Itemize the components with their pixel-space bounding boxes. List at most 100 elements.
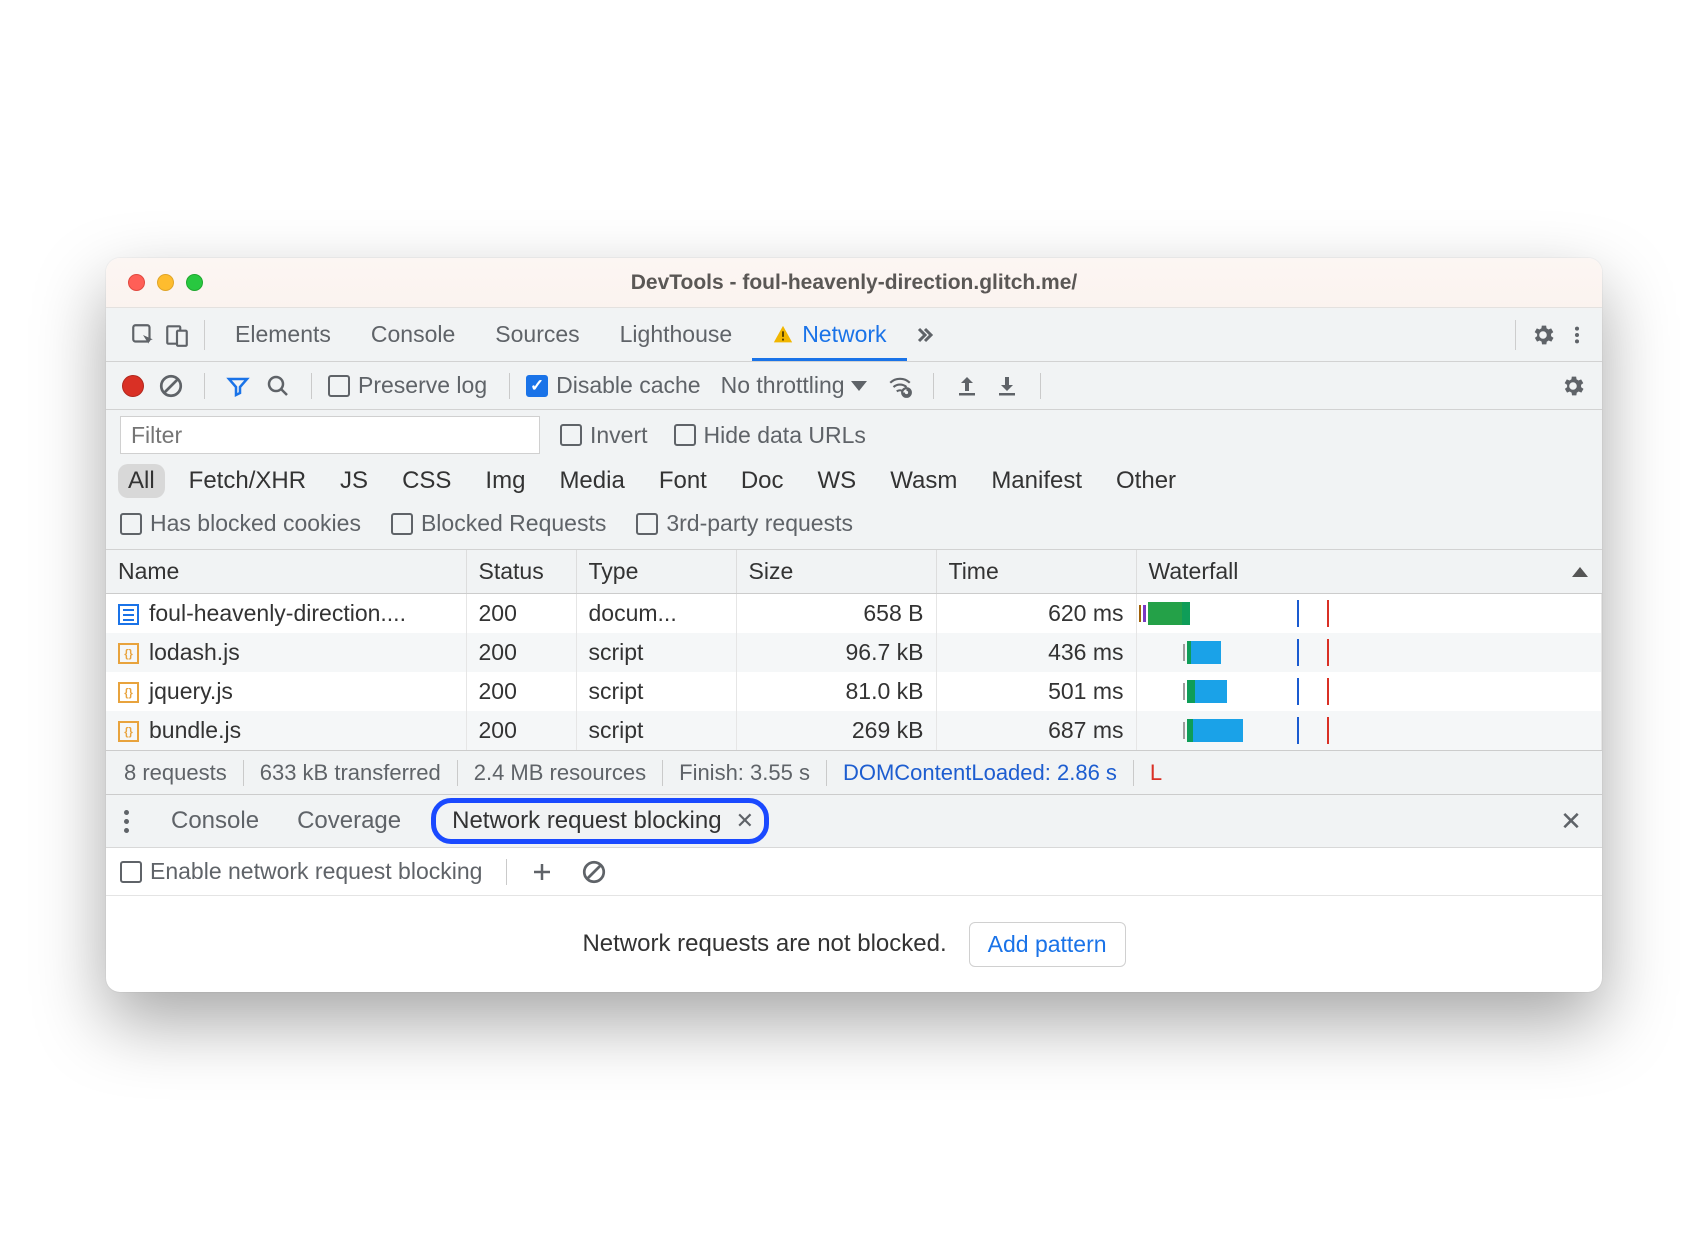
- chip-doc[interactable]: Doc: [731, 464, 794, 498]
- resource-type-chips: All Fetch/XHR JS CSS Img Media Font Doc …: [106, 460, 1602, 506]
- filter-icon[interactable]: [221, 369, 255, 403]
- preserve-log-checkbox[interactable]: Preserve log: [328, 372, 487, 399]
- request-name: foul-heavenly-direction....: [149, 600, 406, 626]
- clear-icon[interactable]: [154, 369, 188, 403]
- search-icon[interactable]: [261, 369, 295, 403]
- blocked-requests-checkbox[interactable]: Blocked Requests: [391, 510, 606, 537]
- tab-network[interactable]: Network: [752, 308, 906, 361]
- chip-manifest[interactable]: Manifest: [981, 464, 1092, 498]
- cell-type: script: [576, 633, 736, 672]
- minimize-window-button[interactable]: [157, 274, 174, 291]
- drawer-tab-network-request-blocking[interactable]: Network request blocking ✕: [431, 798, 769, 844]
- col-size[interactable]: Size: [736, 550, 936, 594]
- tab-lighthouse[interactable]: Lighthouse: [600, 308, 753, 361]
- cell-time: 620 ms: [936, 594, 1136, 634]
- warning-icon: [772, 324, 794, 346]
- summary-load: L: [1150, 760, 1162, 786]
- has-blocked-cookies-checkbox[interactable]: Has blocked cookies: [120, 510, 361, 537]
- table-row[interactable]: jquery.js200script81.0 kB501 ms: [106, 672, 1602, 711]
- enable-blocking-checkbox[interactable]: Enable network request blocking: [120, 858, 482, 885]
- drawer-tab-bar: Console Coverage Network request blockin…: [106, 794, 1602, 848]
- tab-console[interactable]: Console: [351, 308, 475, 361]
- drawer-menu-icon[interactable]: [112, 810, 141, 833]
- download-har-icon[interactable]: [990, 369, 1024, 403]
- waterfall-cell: [1136, 711, 1602, 750]
- settings-icon[interactable]: [1526, 318, 1560, 352]
- summary-requests: 8 requests: [108, 760, 227, 786]
- tab-elements[interactable]: Elements: [215, 308, 351, 361]
- chip-img[interactable]: Img: [475, 464, 535, 498]
- drawer-tab-console[interactable]: Console: [163, 803, 267, 839]
- chip-ws[interactable]: WS: [808, 464, 867, 498]
- cell-type: script: [576, 672, 736, 711]
- device-toggle-icon[interactable]: [160, 318, 194, 352]
- panel-settings-icon[interactable]: [1556, 369, 1590, 403]
- table-row[interactable]: lodash.js200script96.7 kB436 ms: [106, 633, 1602, 672]
- filter-input[interactable]: [120, 416, 540, 454]
- network-conditions-icon[interactable]: [883, 369, 917, 403]
- chip-fetch-xhr[interactable]: Fetch/XHR: [179, 464, 316, 498]
- cell-time: 687 ms: [936, 711, 1136, 750]
- blocking-message: Network requests are not blocked.: [582, 930, 946, 958]
- close-drawer-icon[interactable]: ✕: [1554, 804, 1588, 838]
- hide-data-urls-checkbox[interactable]: Hide data URLs: [674, 422, 866, 449]
- inspect-icon[interactable]: [126, 318, 160, 352]
- blocking-empty-state: Network requests are not blocked. Add pa…: [106, 896, 1602, 992]
- chip-font[interactable]: Font: [649, 464, 717, 498]
- blocking-toolbar: Enable network request blocking: [106, 848, 1602, 896]
- summary-resources: 2.4 MB resources: [474, 760, 646, 786]
- zoom-window-button[interactable]: [186, 274, 203, 291]
- chip-other[interactable]: Other: [1106, 464, 1186, 498]
- col-status[interactable]: Status: [466, 550, 576, 594]
- invert-checkbox[interactable]: Invert: [560, 422, 648, 449]
- third-party-requests-checkbox[interactable]: 3rd-party requests: [636, 510, 853, 537]
- cell-size: 269 kB: [736, 711, 936, 750]
- record-button[interactable]: [118, 371, 148, 401]
- cell-status: 200: [466, 672, 576, 711]
- waterfall-cell: [1136, 633, 1602, 672]
- kebab-menu-icon[interactable]: [1560, 318, 1594, 352]
- col-time[interactable]: Time: [936, 550, 1136, 594]
- remove-all-patterns-icon[interactable]: [577, 855, 611, 889]
- cell-type: docum...: [576, 594, 736, 634]
- throttling-select[interactable]: No throttling: [721, 372, 867, 399]
- table-row[interactable]: bundle.js200script269 kB687 ms: [106, 711, 1602, 750]
- col-type[interactable]: Type: [576, 550, 736, 594]
- summary-dcl: DOMContentLoaded: 2.86 s: [843, 760, 1117, 786]
- drawer-tab-coverage[interactable]: Coverage: [289, 803, 409, 839]
- table-row[interactable]: foul-heavenly-direction.... 200docum...65…: [106, 594, 1602, 634]
- filter-row: Invert Hide data URLs: [106, 410, 1602, 460]
- more-tabs-icon[interactable]: [907, 318, 941, 352]
- disable-cache-checkbox[interactable]: Disable cache: [526, 372, 700, 399]
- col-waterfall[interactable]: Waterfall: [1136, 550, 1602, 594]
- network-table: Name Status Type Size Time Waterfall fou…: [106, 550, 1602, 750]
- document-file-icon: [118, 604, 139, 625]
- more-filters-row: Has blocked cookies Blocked Requests 3rd…: [106, 506, 1602, 550]
- chip-js[interactable]: JS: [330, 464, 378, 498]
- col-name[interactable]: Name: [106, 550, 466, 594]
- waterfall-cell: [1136, 594, 1602, 634]
- main-tab-bar: Elements Console Sources Lighthouse Netw…: [106, 308, 1602, 362]
- chip-css[interactable]: CSS: [392, 464, 461, 498]
- cell-time: 501 ms: [936, 672, 1136, 711]
- add-pattern-icon[interactable]: [525, 855, 559, 889]
- chip-wasm[interactable]: Wasm: [880, 464, 967, 498]
- chip-media[interactable]: Media: [549, 464, 634, 498]
- cell-type: script: [576, 711, 736, 750]
- script-file-icon: [118, 682, 139, 703]
- add-pattern-button[interactable]: Add pattern: [969, 922, 1126, 967]
- network-summary-bar: 8 requests 633 kB transferred 2.4 MB res…: [106, 750, 1602, 794]
- summary-transferred: 633 kB transferred: [260, 760, 441, 786]
- request-name: lodash.js: [149, 639, 240, 665]
- window-titlebar: DevTools - foul-heavenly-direction.glitc…: [106, 258, 1602, 308]
- close-window-button[interactable]: [128, 274, 145, 291]
- script-file-icon: [118, 643, 139, 664]
- cell-size: 96.7 kB: [736, 633, 936, 672]
- cell-size: 658 B: [736, 594, 936, 634]
- tab-sources[interactable]: Sources: [475, 308, 599, 361]
- cell-status: 200: [466, 594, 576, 634]
- chip-all[interactable]: All: [118, 464, 165, 498]
- upload-har-icon[interactable]: [950, 369, 984, 403]
- close-tab-icon[interactable]: ✕: [736, 808, 754, 834]
- request-name: jquery.js: [149, 678, 233, 704]
